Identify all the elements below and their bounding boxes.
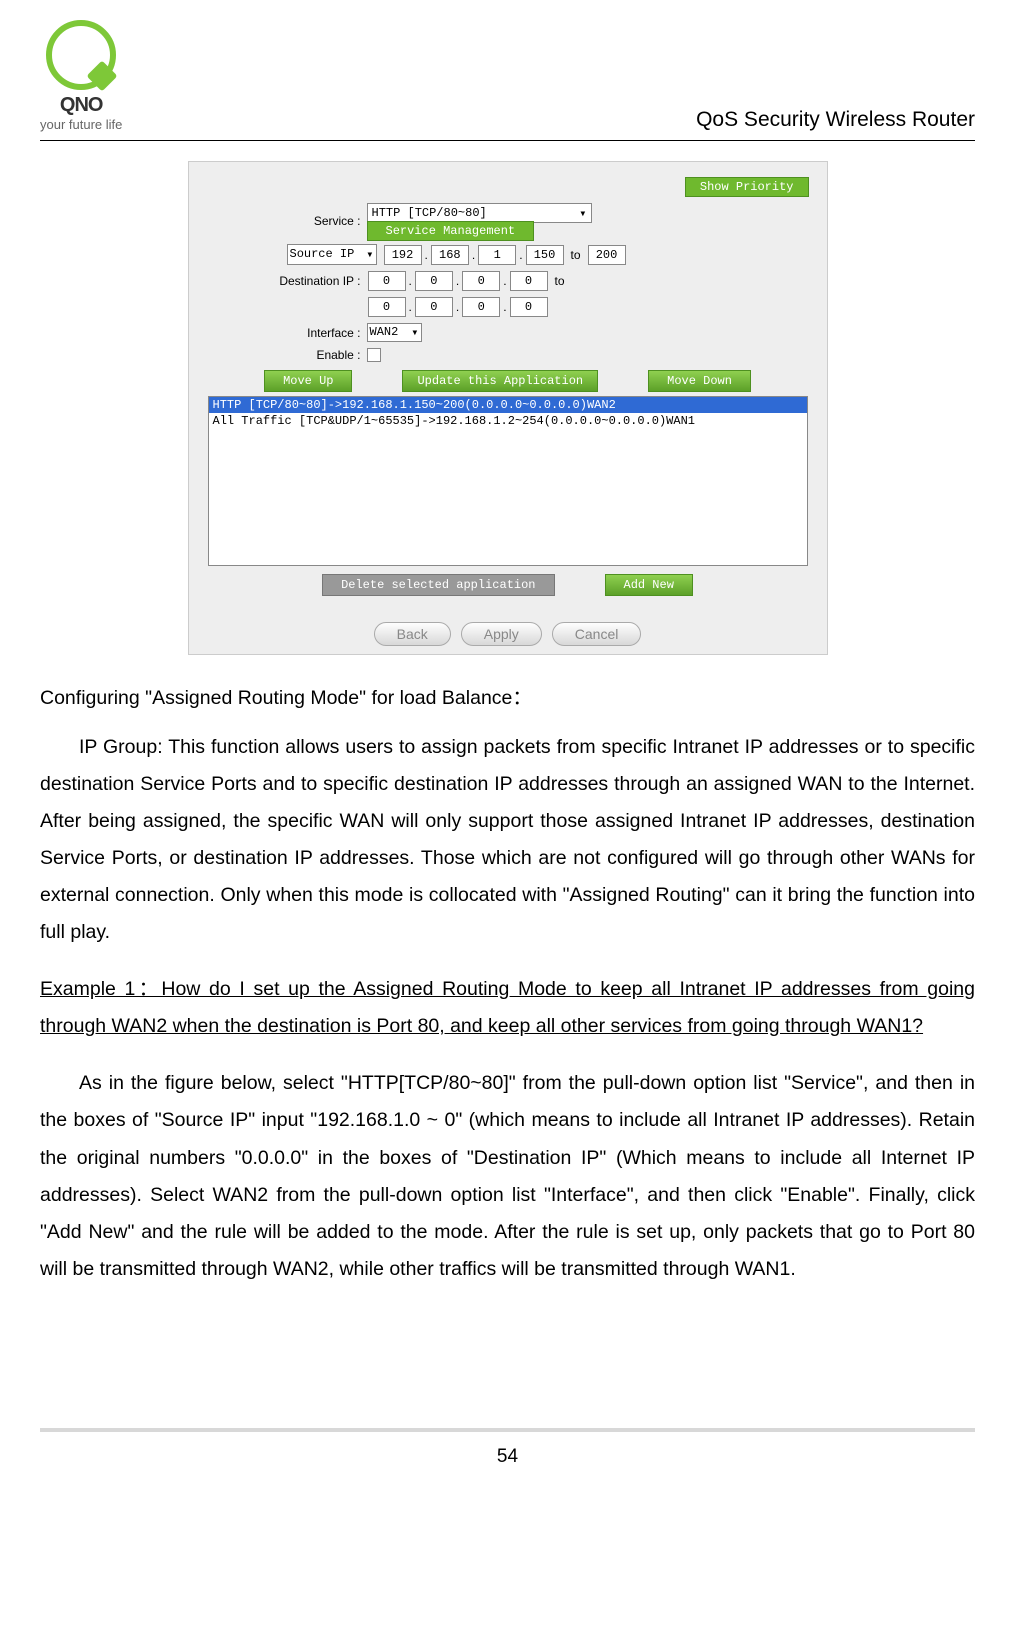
dot-separator: .	[517, 248, 524, 262]
dest-ip2-octet3[interactable]	[462, 297, 500, 317]
chevron-down-icon: ▾	[579, 206, 586, 221]
dest-ip2-octet4[interactable]	[510, 297, 548, 317]
to-label: to	[565, 248, 587, 262]
back-button[interactable]: Back	[374, 622, 451, 646]
dot-separator: .	[454, 274, 461, 288]
dot-separator: .	[423, 248, 430, 262]
dest-ip1-octet1[interactable]	[368, 271, 406, 291]
src-ip-octet4[interactable]	[526, 245, 564, 265]
document-title: QoS Security Wireless Router	[696, 108, 975, 132]
brand-logo-block: QNO your future life	[40, 20, 122, 132]
dest-ip2-octet1[interactable]	[368, 297, 406, 317]
dest-ip1-octet4[interactable]	[510, 271, 548, 291]
chevron-down-icon: ▾	[411, 325, 418, 340]
service-management-button[interactable]: Service Management	[367, 221, 535, 241]
move-up-button[interactable]: Move Up	[264, 370, 352, 392]
dot-separator: .	[501, 300, 508, 314]
interface-select[interactable]: WAN2 ▾	[367, 323, 422, 342]
example-heading: Example 1：How do I set up the Assigned R…	[40, 971, 975, 1045]
interface-value: WAN2	[370, 325, 399, 339]
paragraph-example: As in the figure below, select "HTTP[TCP…	[40, 1065, 975, 1287]
add-new-button[interactable]: Add New	[605, 574, 693, 596]
page-footer: 54	[40, 1428, 975, 1468]
service-select[interactable]: HTTP [TCP/80~80] ▾	[367, 203, 592, 223]
update-application-button[interactable]: Update this Application	[402, 370, 598, 392]
interface-label: Interface :	[207, 326, 367, 340]
enable-label: Enable :	[207, 348, 367, 362]
qno-logo-icon	[46, 20, 116, 90]
dot-separator: .	[407, 274, 414, 288]
move-down-button[interactable]: Move Down	[648, 370, 751, 392]
dot-separator: .	[454, 300, 461, 314]
section-heading: Configuring "Assigned Routing Mode" for …	[40, 680, 975, 717]
page-number: 54	[497, 1446, 518, 1467]
rules-listbox[interactable]: HTTP [TCP/80~80]->192.168.1.150~200(0.0.…	[208, 396, 808, 566]
source-ip-select-value: Source IP	[290, 247, 355, 261]
service-value: HTTP [TCP/80~80]	[372, 206, 487, 220]
dest-ip1-octet2[interactable]	[415, 271, 453, 291]
apply-button[interactable]: Apply	[461, 622, 542, 646]
dot-separator: .	[407, 300, 414, 314]
dot-separator: .	[470, 248, 477, 262]
footer-button-bar: Back Apply Cancel	[189, 614, 827, 654]
router-config-screenshot: Show Priority Service : HTTP [TCP/80~80]…	[188, 161, 828, 655]
destination-ip-label: Destination IP :	[207, 274, 367, 288]
enable-checkbox[interactable]	[367, 348, 381, 362]
paragraph-ipgroup: IP Group: This function allows users to …	[40, 729, 975, 951]
src-ip-end[interactable]	[588, 245, 626, 265]
cancel-button[interactable]: Cancel	[552, 622, 642, 646]
src-ip-octet1[interactable]	[384, 245, 422, 265]
rule-row-selected[interactable]: HTTP [TCP/80~80]->192.168.1.150~200(0.0.…	[209, 397, 807, 413]
page-header: QNO your future life QoS Security Wirele…	[40, 20, 975, 141]
src-ip-octet2[interactable]	[431, 245, 469, 265]
show-priority-button[interactable]: Show Priority	[685, 177, 809, 197]
rule-row[interactable]: All Traffic [TCP&UDP/1~65535]->192.168.1…	[209, 413, 807, 429]
brand-name: QNO	[60, 94, 103, 117]
dot-separator: .	[501, 274, 508, 288]
src-ip-octet3[interactable]	[478, 245, 516, 265]
dest-ip2-octet2[interactable]	[415, 297, 453, 317]
to-label: to	[549, 274, 571, 288]
brand-tagline: your future life	[40, 117, 122, 132]
delete-selected-button[interactable]: Delete selected application	[322, 574, 554, 596]
source-ip-select[interactable]: Source IP ▾	[287, 244, 377, 265]
chevron-down-icon: ▾	[366, 247, 373, 262]
service-label: Service :	[207, 214, 367, 228]
dest-ip1-octet3[interactable]	[462, 271, 500, 291]
